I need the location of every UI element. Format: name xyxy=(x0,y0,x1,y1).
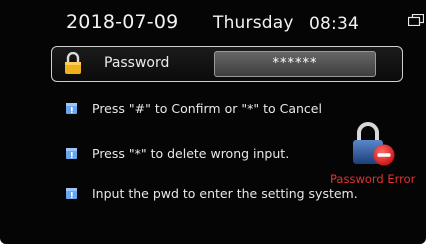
password-row: Password ****** xyxy=(51,46,403,82)
status-date: 2018-07-09 xyxy=(66,11,179,33)
info-note-icon xyxy=(66,148,77,159)
password-error-message: Password Error xyxy=(330,172,416,186)
status-time: 08:34 xyxy=(309,14,359,34)
status-weekday: Thursday xyxy=(213,13,294,33)
padlock-error-icon xyxy=(353,122,395,166)
info-line-setting: Input the pwd to enter the setting syste… xyxy=(66,186,358,201)
lock-icon xyxy=(65,52,81,74)
info-note-icon xyxy=(66,188,77,199)
info-note-icon xyxy=(66,103,77,114)
info-text: Input the pwd to enter the setting syste… xyxy=(92,186,358,201)
window-restore-icon[interactable] xyxy=(408,14,424,26)
password-label: Password xyxy=(104,55,170,71)
info-text: Press "#" to Confirm or "*" to Cancel xyxy=(92,101,322,116)
info-text: Press "*" to delete wrong input. xyxy=(92,146,290,161)
info-line-confirm: Press "#" to Confirm or "*" to Cancel xyxy=(66,101,322,116)
device-screen: 2018-07-09 Thursday 08:34 Password *****… xyxy=(0,0,426,244)
info-line-delete: Press "*" to delete wrong input. xyxy=(66,146,289,161)
password-input[interactable]: ****** xyxy=(214,51,376,77)
